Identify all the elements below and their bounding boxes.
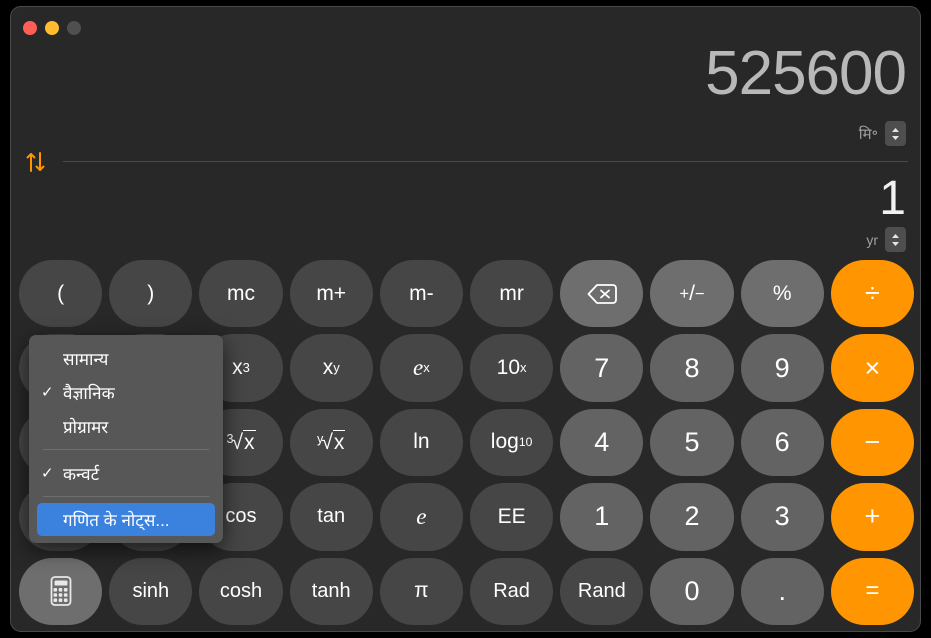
key-5[interactable]: 5 — [650, 408, 734, 477]
key-8[interactable]: 8 — [650, 334, 734, 402]
chevron-up-down-icon — [892, 127, 899, 140]
key-sym-2-9[interactable]: − — [830, 408, 914, 477]
swap-vertical-arrows-icon[interactable] — [23, 150, 51, 174]
key-cosh[interactable]: cosh — [199, 557, 283, 625]
key-rad[interactable]: Rad — [469, 557, 554, 625]
key-sym-0-1[interactable]: ) — [109, 260, 193, 328]
key-1[interactable]: 1 — [560, 483, 644, 551]
calculator-window: 525600 मि॰ 1 yr () mc m+ m- mr + / − % … — [10, 6, 921, 632]
key-e[interactable]: e — [379, 483, 463, 551]
key-2[interactable]: 2 — [650, 483, 734, 551]
menu-item-label: कन्वर्ट — [63, 464, 100, 484]
menu-item-3[interactable]: ✓ कन्वर्ट — [29, 456, 223, 490]
maximize-button[interactable] — [67, 21, 81, 35]
key-tanh[interactable]: tanh — [289, 557, 373, 625]
minimize-button[interactable] — [45, 21, 59, 35]
secondary-display: 1 yr — [11, 175, 920, 253]
primary-value: 525600 — [705, 39, 907, 108]
key-sym-4-4[interactable]: π — [379, 557, 463, 625]
key-sym-0-7[interactable]: + / − — [650, 260, 734, 328]
key-sinh[interactable]: sinh — [109, 557, 193, 625]
key-9[interactable]: 9 — [740, 334, 824, 402]
key-m[interactable]: m+ — [289, 260, 373, 328]
key-x[interactable]: y √ x — [289, 408, 373, 477]
menu-item-0[interactable]: सामान्य — [29, 341, 223, 375]
key-0[interactable]: 0 — [650, 557, 734, 625]
menu-item-label: गणित के नोट्स... — [63, 511, 170, 530]
menu-separator — [43, 496, 209, 497]
key-sym-0-0[interactable]: ( — [19, 260, 103, 328]
secondary-unit-row: yr — [866, 227, 906, 252]
key-4[interactable]: 4 — [560, 408, 644, 477]
primary-unit-label: मि॰ — [858, 125, 878, 143]
key-sym-0-9[interactable]: ÷ — [830, 260, 914, 328]
key-sym-4-8[interactable]: . — [740, 557, 824, 625]
checkmark-icon: ✓ — [41, 384, 54, 401]
menu-separator — [43, 449, 209, 450]
delete-backspace-icon — [587, 283, 617, 304]
key-mr[interactable]: mr — [469, 260, 554, 328]
menu-item-4[interactable]: गणित के नोट्स... — [37, 503, 215, 536]
traffic-lights — [23, 21, 81, 35]
key-m[interactable]: m- — [379, 260, 463, 328]
chevron-up-down-icon — [892, 233, 899, 246]
calculator-icon — [50, 576, 71, 607]
secondary-value: 1 — [879, 172, 906, 225]
checkmark-icon: ✓ — [41, 465, 54, 482]
menu-item-2[interactable]: प्रोग्रामर — [29, 409, 223, 443]
secondary-unit-stepper[interactable] — [885, 227, 906, 252]
key-tan[interactable]: tan — [289, 483, 373, 551]
horizontal-divider — [63, 161, 908, 162]
key-sym-3-9[interactable]: + — [830, 483, 914, 551]
primary-unit-row: मि॰ — [859, 121, 906, 146]
key-3[interactable]: 3 — [740, 483, 824, 551]
key-7[interactable]: 7 — [560, 334, 644, 402]
key-delete-backspace[interactable] — [560, 260, 644, 328]
key-ln[interactable]: ln — [379, 408, 463, 477]
converter-divider-row — [11, 150, 920, 174]
primary-unit-stepper[interactable] — [885, 121, 906, 146]
key-mc[interactable]: mc — [199, 260, 283, 328]
secondary-unit-label: yr — [866, 231, 878, 248]
calculator-mode-menu: सामान्य ✓ वैज्ञानिक प्रोग्रामर ✓ कन्वर्ट गणित … — [29, 335, 223, 543]
key-sym-4-9[interactable]: = — [830, 557, 914, 625]
close-button[interactable] — [23, 21, 37, 35]
menu-item-1[interactable]: ✓ वैज्ञानिक — [29, 375, 223, 409]
key-sym-0-8[interactable]: % — [740, 260, 824, 328]
menu-item-label: सामान्य — [63, 349, 109, 369]
key-calculator[interactable] — [19, 557, 103, 625]
key-ee[interactable]: EE — [469, 483, 554, 551]
key-10[interactable]: 10 x — [469, 334, 554, 402]
menu-item-label: प्रोग्रामर — [63, 417, 109, 437]
menu-item-label: वैज्ञानिक — [63, 383, 115, 403]
key-e[interactable]: ex — [379, 334, 463, 402]
primary-display: 525600 मि॰ — [11, 43, 920, 153]
key-x[interactable]: xy — [289, 334, 373, 402]
key-sym-1-9[interactable]: × — [830, 334, 914, 402]
key-log[interactable]: log 10 — [469, 408, 554, 477]
key-6[interactable]: 6 — [740, 408, 824, 477]
key-rand[interactable]: Rand — [560, 557, 644, 625]
